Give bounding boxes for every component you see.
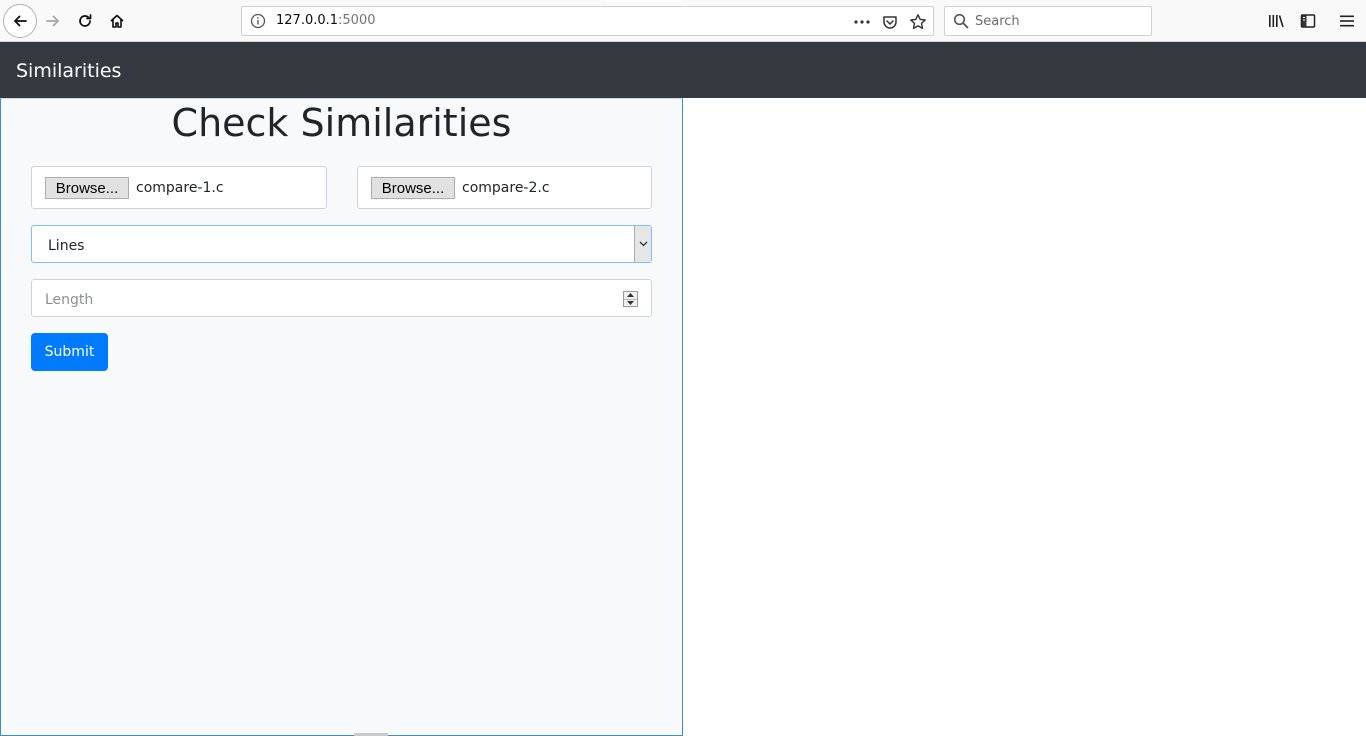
selected-file-name-2: compare-2.c <box>462 180 550 196</box>
search-input[interactable] <box>975 11 1145 31</box>
spinner-up[interactable] <box>624 292 637 300</box>
caret-down-icon <box>627 300 634 305</box>
pocket-icon <box>883 16 897 29</box>
home-icon <box>110 14 124 28</box>
search-icon <box>953 13 969 29</box>
address-bar[interactable]: 127.0.0.1:5000 <box>241 6 934 36</box>
page-title: Check Similarities <box>171 101 512 145</box>
active-tab-indicator <box>607 0 682 2</box>
home-button[interactable] <box>101 5 133 37</box>
arrow-left-icon <box>14 15 27 27</box>
back-button[interactable] <box>3 4 37 38</box>
spinner-down[interactable] <box>624 300 637 307</box>
browser-toolbar: 127.0.0.1:5000 <box>0 0 1366 42</box>
url-text[interactable]: 127.0.0.1:5000 <box>276 13 376 28</box>
forward-button[interactable] <box>37 5 69 37</box>
sidebar-button[interactable] <box>1292 5 1324 37</box>
browse-button-2[interactable]: Browse... <box>371 177 455 199</box>
chevron-down-icon <box>639 241 647 247</box>
select-value: Lines <box>48 238 85 254</box>
hamburger-menu-icon <box>1340 15 1354 27</box>
file-input-2[interactable]: Browse... compare-2.c <box>357 166 652 209</box>
form-panel: Check Similarities Browse... compare-1.c… <box>0 98 683 736</box>
site-navbar: Similarities <box>0 42 1366 98</box>
search-bar[interactable] <box>944 6 1152 36</box>
sidebar-icon <box>1300 14 1316 28</box>
library-icon <box>1269 15 1284 28</box>
ellipsis-icon <box>854 20 870 24</box>
star-icon <box>910 14 926 30</box>
reload-button[interactable] <box>69 5 101 37</box>
caret-up-icon <box>627 293 634 298</box>
compare-mode-select[interactable]: Lines <box>31 225 652 263</box>
menu-button[interactable] <box>1331 5 1363 37</box>
length-input[interactable]: Length <box>31 279 652 317</box>
library-button[interactable] <box>1260 5 1292 37</box>
url-host: 127.0.0.1 <box>276 13 339 28</box>
reload-icon <box>79 14 92 27</box>
number-spinner[interactable] <box>623 291 638 307</box>
select-dropdown-button[interactable] <box>634 226 651 262</box>
arrow-right-icon <box>46 15 59 27</box>
selected-file-name-1: compare-1.c <box>136 180 224 196</box>
submit-button[interactable]: Submit <box>31 333 108 371</box>
page-actions-button[interactable] <box>851 11 873 33</box>
navbar-brand[interactable]: Similarities <box>16 60 121 82</box>
url-port: :5000 <box>338 13 376 28</box>
file-input-1[interactable]: Browse... compare-1.c <box>31 166 327 209</box>
browse-button-1[interactable]: Browse... <box>45 177 129 199</box>
url-actions <box>851 10 929 34</box>
bookmark-button[interactable] <box>907 11 929 33</box>
length-placeholder: Length <box>45 292 94 308</box>
info-icon[interactable] <box>250 13 266 29</box>
pocket-button[interactable] <box>879 11 901 33</box>
